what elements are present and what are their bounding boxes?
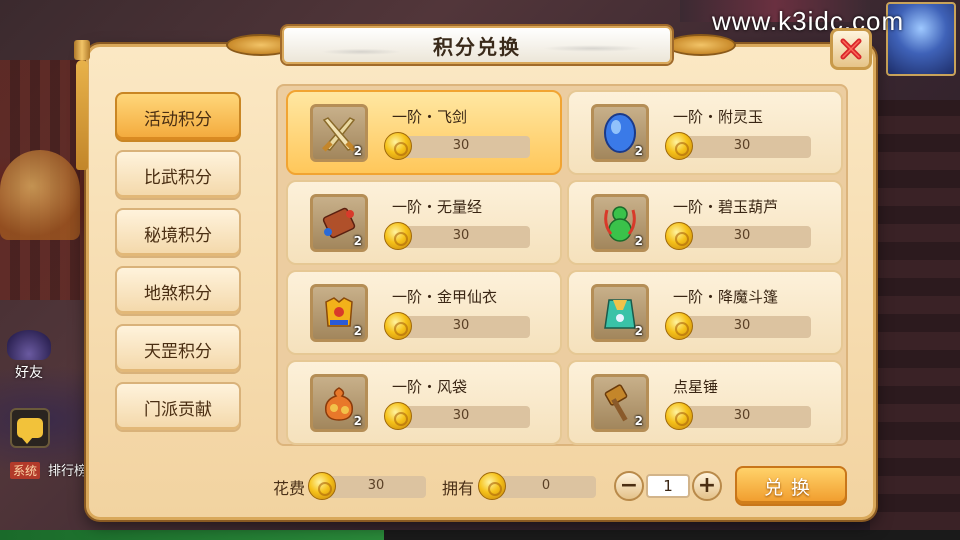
- close-button[interactable]: [830, 28, 872, 70]
- item-price: 30: [384, 402, 530, 430]
- cost-label: 花费: [273, 479, 306, 498]
- item-price-value: 30: [452, 408, 470, 423]
- item-price: 30: [665, 222, 811, 250]
- item-name: 一阶・碧玉葫芦: [673, 198, 779, 216]
- exchange-button-label: 兑换: [763, 476, 818, 499]
- item-price-value: 30: [452, 228, 470, 243]
- tab-activity-points[interactable]: 活动积分: [115, 92, 241, 142]
- item-name: 一阶・无量经: [392, 198, 483, 216]
- tab-label: 天罡积分: [144, 341, 212, 362]
- chat-bubble-icon: [17, 418, 43, 444]
- item-price-value: 30: [733, 228, 751, 243]
- scene-right-wall: [870, 100, 960, 530]
- item-icon-frame: 2: [591, 284, 649, 342]
- item-price: 30: [384, 312, 530, 340]
- item-count: 2: [353, 414, 362, 428]
- tab-label: 门派贡献: [144, 399, 212, 420]
- exchange-item[interactable]: 2 一阶・无量经 30: [286, 180, 562, 265]
- item-icon-frame: 2: [310, 194, 368, 252]
- total-cost: 30: [308, 472, 426, 500]
- exchange-item[interactable]: 2 一阶・金甲仙衣 30: [286, 270, 562, 355]
- tab-secret-realm-points[interactable]: 秘境积分: [115, 208, 241, 258]
- item-price: 30: [384, 222, 530, 250]
- owned-label: 拥有: [442, 479, 475, 498]
- item-price: 30: [384, 132, 530, 160]
- item-price-value: 30: [733, 408, 751, 423]
- item-icon-frame: 2: [591, 374, 649, 432]
- item-price-value: 30: [733, 138, 751, 153]
- rank-link[interactable]: 排行榜: [48, 460, 87, 479]
- tab-tiangang-points[interactable]: 天罡积分: [115, 324, 241, 374]
- item-price-value: 30: [452, 318, 470, 333]
- exchange-item[interactable]: 2 一阶・附灵玉 30: [567, 90, 843, 175]
- item-icon-frame: 2: [310, 284, 368, 342]
- item-count: 2: [353, 234, 362, 248]
- friends-button[interactable]: 好友: [6, 330, 52, 386]
- dialog-title-bar: 积分兑换: [282, 26, 672, 64]
- exchange-item[interactable]: 2 一阶・飞剑 30: [286, 90, 562, 175]
- total-cost-value: 30: [367, 478, 385, 493]
- item-name: 一阶・飞剑: [392, 108, 468, 126]
- chat-button[interactable]: [10, 408, 50, 448]
- item-price: 30: [665, 132, 811, 160]
- item-count: 2: [353, 324, 362, 338]
- item-name: 一阶・金甲仙衣: [392, 288, 498, 306]
- tab-tournament-points[interactable]: 比武积分: [115, 150, 241, 200]
- item-name: 一阶・附灵玉: [673, 108, 764, 126]
- item-price: 30: [665, 402, 811, 430]
- scene-banquet-table: [0, 150, 80, 240]
- tab-sect-contribution[interactable]: 门派贡献: [115, 382, 241, 432]
- points-category-tabs: 活动积分 比武积分 秘境积分 地煞积分 天罡积分 门派贡献: [115, 92, 243, 440]
- quantity-increase-button[interactable]: +: [692, 471, 722, 501]
- item-icon-frame: 2: [310, 104, 368, 162]
- item-count: 2: [634, 414, 643, 428]
- owned-points: 0: [478, 472, 596, 500]
- item-price-value: 30: [452, 138, 470, 153]
- exchange-item[interactable]: 2 一阶・降魔斗篷 30: [567, 270, 843, 355]
- tab-label: 秘境积分: [144, 225, 212, 246]
- scroll-rod-ornament: [74, 40, 90, 60]
- item-count: 2: [353, 144, 362, 158]
- title-cloud-ornament-right: [666, 34, 736, 56]
- tab-label: 活动积分: [144, 109, 212, 130]
- item-price: 30: [665, 312, 811, 340]
- system-channel-tag: 系统: [10, 462, 41, 479]
- exchange-item[interactable]: 2 一阶・碧玉葫芦 30: [567, 180, 843, 265]
- item-icon-frame: 2: [591, 104, 649, 162]
- experience-bar: [0, 530, 960, 540]
- watermark: www.k3idc.com: [712, 6, 905, 36]
- item-name: 点星锤: [673, 378, 719, 396]
- item-icon-frame: 2: [310, 374, 368, 432]
- wizard-hat-icon: [7, 330, 51, 360]
- quantity-decrease-button[interactable]: −: [614, 471, 644, 501]
- item-name: 一阶・降魔斗篷: [673, 288, 779, 306]
- item-count: 2: [634, 234, 643, 248]
- item-count: 2: [634, 324, 643, 338]
- item-price-value: 30: [733, 318, 751, 333]
- item-count: 2: [634, 144, 643, 158]
- tab-label: 比武积分: [144, 167, 212, 188]
- item-icon-frame: 2: [591, 194, 649, 252]
- dialog-title: 积分兑换: [433, 34, 521, 59]
- close-icon: [840, 38, 862, 60]
- exchange-button[interactable]: 兑换: [735, 466, 847, 506]
- tab-disha-points[interactable]: 地煞积分: [115, 266, 241, 316]
- exchange-item[interactable]: 2 一阶・风袋 30: [286, 360, 562, 445]
- owned-points-value: 0: [541, 478, 551, 493]
- item-name: 一阶・风袋: [392, 378, 468, 396]
- quantity-input[interactable]: [646, 474, 690, 498]
- tassel-ornament: [76, 60, 88, 170]
- tab-label: 地煞积分: [144, 283, 212, 304]
- exchange-item[interactable]: 2 点星锤 30: [567, 360, 843, 445]
- friends-label: 好友: [15, 365, 43, 381]
